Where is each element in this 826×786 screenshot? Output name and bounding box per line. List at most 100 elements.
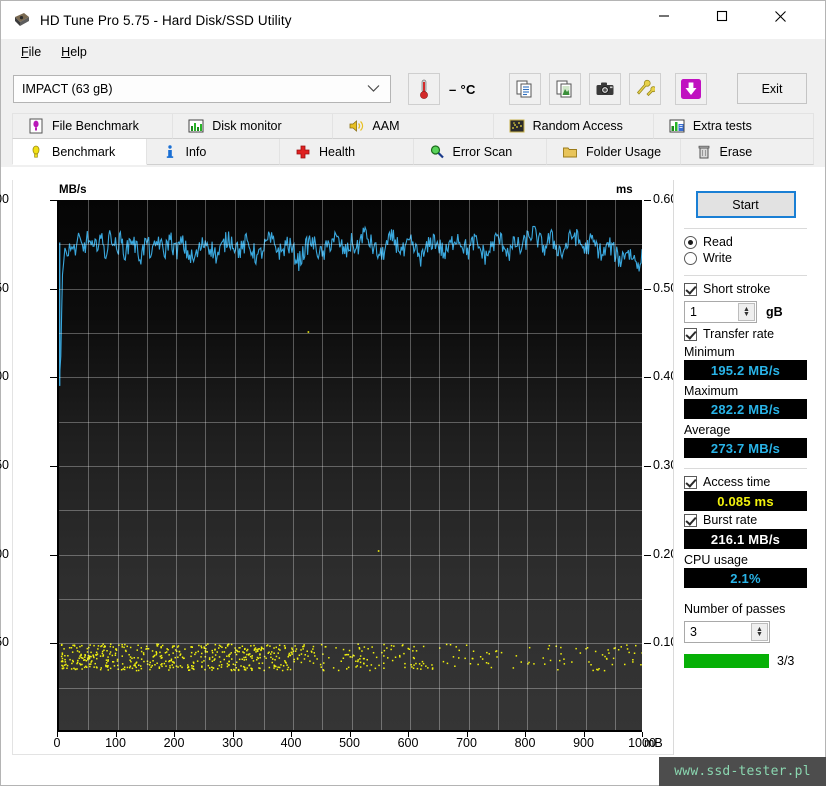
tab-aam-label: AAM xyxy=(372,119,400,133)
chart-y2-tick-mark xyxy=(644,288,651,290)
menu-help[interactable]: Help xyxy=(51,42,97,62)
options-button[interactable] xyxy=(628,73,661,105)
temperature-button[interactable] xyxy=(408,73,440,105)
title-bar: HD Tune Pro 5.75 - Hard Disk/SSD Utility xyxy=(1,1,825,39)
checkbox-short-stroke-indicator xyxy=(684,282,697,296)
chart-x-tick-mark xyxy=(291,732,292,737)
passes-value: 3 xyxy=(690,625,697,639)
tab-info[interactable]: Info xyxy=(146,139,280,165)
minimize-button[interactable] xyxy=(641,1,687,31)
radio-write[interactable]: Write xyxy=(684,251,807,265)
short-stroke-value: 1 xyxy=(690,305,697,319)
copy-text-button[interactable] xyxy=(508,73,541,105)
chart-gridline-v xyxy=(614,200,616,730)
checkbox-transfer-rate-indicator xyxy=(684,327,697,341)
chart-gridline-v xyxy=(439,200,441,730)
scatter-icon xyxy=(508,117,526,135)
tab-row-lower: Benchmark Info Health Error Scan Folder … xyxy=(12,139,814,165)
tools-icon xyxy=(636,79,655,97)
tab-health-label: Health xyxy=(319,144,356,159)
chart-gridline-v xyxy=(263,200,265,730)
chart-y-tick-label: 100 xyxy=(0,546,9,561)
chart-x-tick-mark xyxy=(115,732,117,737)
chart-y-tick-label: 50 xyxy=(0,635,9,650)
tab-random-access[interactable]: Random Access xyxy=(493,113,654,139)
tab-health[interactable]: Health xyxy=(280,139,414,165)
chart-y2-tick-mark xyxy=(644,466,651,467)
chart-x-unit-label: mB xyxy=(644,736,663,750)
app-window: HD Tune Pro 5.75 - Hard Disk/SSD Utility… xyxy=(0,0,826,786)
checkbox-burst-rate-label: Burst rate xyxy=(703,513,758,527)
chart-y-tick-mark xyxy=(50,554,57,556)
radio-read[interactable]: Read xyxy=(684,235,807,249)
drive-select[interactable]: IMPACT (63 gB) xyxy=(13,75,391,103)
thermometer-icon xyxy=(420,79,428,99)
chart-x-tick-label: 300 xyxy=(222,736,243,750)
minimum-label: Minimum xyxy=(684,345,735,359)
chart-y2-tick-mark xyxy=(644,643,651,645)
cpu-usage-label: CPU usage xyxy=(684,553,748,567)
short-stroke-row: 1 ▲ ▼ gB xyxy=(684,301,807,323)
chart-x-tick-label: 500 xyxy=(339,736,360,750)
tab-extra-tests-label: Extra tests xyxy=(692,119,752,133)
chart-y2-tick-mark xyxy=(644,554,651,556)
save-button[interactable] xyxy=(674,73,707,105)
start-button[interactable]: Start xyxy=(695,191,796,218)
chart-y-tick-label: 150 xyxy=(0,458,9,472)
chevron-down-icon xyxy=(367,82,380,96)
average-value: 273.7 MB/s xyxy=(684,438,807,458)
chart-y-tick-label: 250 xyxy=(0,280,9,295)
checkbox-burst-rate[interactable]: Burst rate xyxy=(684,513,807,527)
checkbox-short-stroke[interactable]: Short stroke xyxy=(684,282,807,296)
stepper-down-icon: ▼ xyxy=(756,631,763,638)
passes-stepper[interactable]: 3 ▲ ▼ xyxy=(684,621,770,643)
chart-y-tick-mark xyxy=(50,200,57,201)
maximize-button[interactable] xyxy=(699,1,745,31)
menu-bar: File Help xyxy=(1,39,825,65)
chart-y-tick-label: 300 xyxy=(0,192,9,206)
tab-aam[interactable]: AAM xyxy=(333,113,494,139)
chart-gridline-v xyxy=(322,200,324,730)
tab-strip: File Benchmark Disk monitor AAM Random A… xyxy=(1,113,825,167)
checkbox-burst-rate-indicator xyxy=(684,513,697,527)
file-benchmark-icon xyxy=(27,117,45,135)
chart-y-tick-mark xyxy=(50,466,57,467)
tab-folder-usage[interactable]: Folder Usage xyxy=(547,139,681,165)
tab-erase[interactable]: Erase xyxy=(680,139,814,165)
close-button[interactable] xyxy=(757,1,803,31)
chart-x-tick-label: 200 xyxy=(163,736,185,750)
site-watermark: www.ssd-tester.pl xyxy=(659,757,826,786)
tab-extra-tests[interactable]: Extra tests xyxy=(653,113,815,139)
checkbox-access-time-label: Access time xyxy=(703,475,771,489)
menu-file-label: ile xyxy=(28,44,42,59)
tab-disk-monitor[interactable]: Disk monitor xyxy=(173,113,334,139)
chart-plot-area xyxy=(57,200,642,732)
benchmark-controls: Start Read Write Short stroke 1 ▲ ▼ gB T… xyxy=(673,180,817,755)
tab-file-benchmark[interactable]: File Benchmark xyxy=(12,113,174,139)
passes-stepper-arrows[interactable]: ▲ ▼ xyxy=(751,623,768,641)
tab-benchmark[interactable]: Benchmark xyxy=(12,139,147,165)
progress-bar xyxy=(684,654,769,668)
copy-image-button[interactable] xyxy=(548,73,581,105)
average-label: Average xyxy=(684,423,731,437)
chart-y-axis-label: MB/s xyxy=(59,184,87,196)
exit-button[interactable]: Exit xyxy=(737,73,807,104)
checkbox-access-time[interactable]: Access time xyxy=(684,475,807,489)
tab-folder-usage-label: Folder Usage xyxy=(586,144,662,159)
benchmark-chart: MB/s ms 501001502002503000.100.200.300.4… xyxy=(0,180,677,755)
chart-x-tick-mark xyxy=(525,732,526,737)
toolbar: IMPACT (63 gB) – °C Exit xyxy=(1,65,825,113)
menu-file[interactable]: File xyxy=(11,42,51,62)
tab-error-scan[interactable]: Error Scan xyxy=(413,139,547,165)
chart-x-tick-label: 900 xyxy=(573,736,594,750)
short-stroke-stepper[interactable]: 1 ▲ ▼ xyxy=(684,301,757,323)
screenshot-button[interactable] xyxy=(588,73,621,105)
chart-gridline-v xyxy=(527,200,528,730)
chart-y2-tick-mark xyxy=(644,377,651,379)
chart-y-tick-mark xyxy=(50,377,57,379)
short-stroke-stepper-arrows[interactable]: ▲ ▼ xyxy=(738,303,755,321)
window-title: HD Tune Pro 5.75 - Hard Disk/SSD Utility xyxy=(40,12,292,28)
tab-random-access-label: Random Access xyxy=(532,119,623,133)
chart-gridline-v xyxy=(410,200,411,730)
checkbox-transfer-rate[interactable]: Transfer rate xyxy=(684,327,807,341)
